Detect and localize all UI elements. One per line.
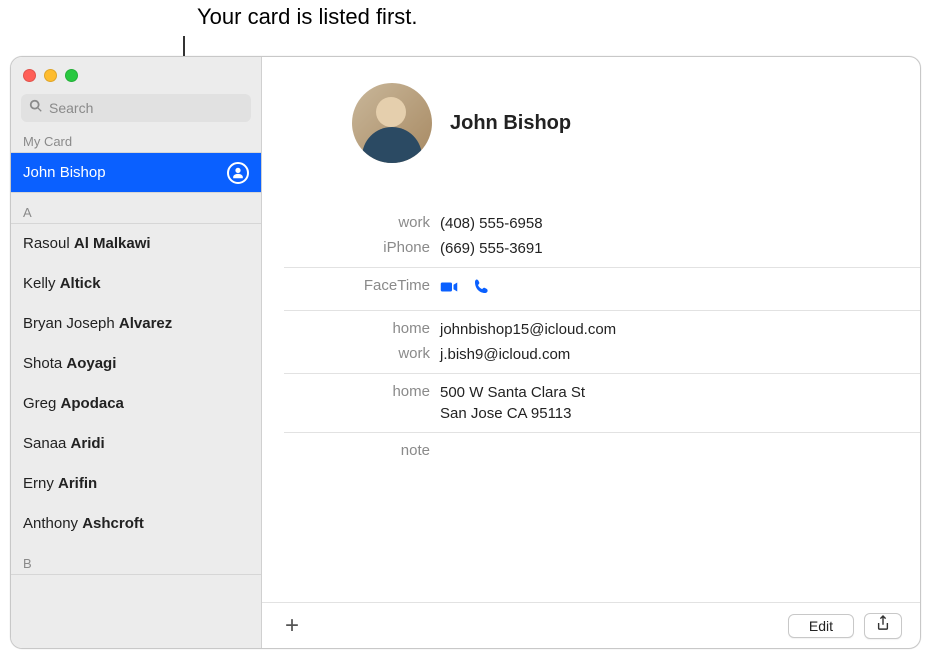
list-item[interactable]: Greg Apodaca: [11, 384, 261, 424]
field-value: johnbishop15@icloud.com: [440, 319, 616, 340]
contact-first: Bryan Joseph: [23, 315, 115, 332]
annotation-caption: Your card is listed first.: [197, 4, 418, 30]
contact-last: Altick: [60, 275, 101, 292]
share-button[interactable]: [864, 613, 902, 639]
contact-first: Greg: [23, 395, 56, 412]
search-icon: [29, 99, 43, 118]
field-label: note: [262, 441, 440, 459]
section-header-b: B: [11, 544, 261, 575]
avatar[interactable]: [352, 83, 432, 163]
address-row[interactable]: home 500 W Santa Clara St San Jose CA 95…: [262, 380, 920, 426]
list-item[interactable]: Anthony Ashcroft: [11, 504, 261, 544]
plus-icon: +: [285, 612, 299, 640]
divider: [284, 432, 920, 433]
email-row[interactable]: work j.bish9@icloud.com: [262, 342, 920, 367]
contact-first: Anthony: [23, 515, 78, 532]
field-label: home: [262, 382, 440, 400]
phone-row[interactable]: iPhone (669) 555-3691: [262, 236, 920, 261]
edit-button[interactable]: Edit: [788, 614, 854, 638]
contact-first: Rasoul: [23, 235, 70, 252]
add-button[interactable]: +: [280, 614, 304, 638]
divider: [284, 267, 920, 268]
contact-detail: John Bishop work (408) 555-6958 iPhone (…: [262, 57, 920, 648]
contact-first: Sanaa: [23, 435, 66, 452]
field-label: iPhone: [262, 238, 440, 256]
field-value: (669) 555-3691: [440, 238, 543, 259]
contact-last: Alvarez: [119, 315, 172, 332]
contact-last: Ashcroft: [82, 515, 144, 532]
address-line1: 500 W Santa Clara St: [440, 384, 585, 401]
section-header-a: A: [11, 193, 261, 224]
field-label: work: [262, 213, 440, 231]
my-card-header: My Card: [11, 128, 261, 153]
email-row[interactable]: home johnbishop15@icloud.com: [262, 317, 920, 342]
contact-first: Kelly: [23, 275, 56, 292]
field-value: j.bish9@icloud.com: [440, 344, 570, 365]
phone-row[interactable]: work (408) 555-6958: [262, 211, 920, 236]
list-item[interactable]: Sanaa Aridi: [11, 424, 261, 464]
field-value: 500 W Santa Clara St San Jose CA 95113: [440, 382, 585, 424]
search-field[interactable]: [21, 94, 251, 122]
fields: work (408) 555-6958 iPhone (669) 555-369…: [262, 211, 920, 461]
window-titlebar: [11, 57, 261, 94]
my-card-name: John Bishop: [23, 164, 106, 181]
minimize-button[interactable]: [44, 69, 57, 82]
fullscreen-button[interactable]: [65, 69, 78, 82]
divider: [284, 373, 920, 374]
list-item[interactable]: Rasoul Al Malkawi: [11, 224, 261, 264]
contact-first: Shota: [23, 355, 62, 372]
facetime-row: FaceTime: [262, 274, 920, 304]
list-item[interactable]: Shota Aoyagi: [11, 344, 261, 384]
list-item[interactable]: Kelly Altick: [11, 264, 261, 304]
field-label: FaceTime: [262, 276, 440, 294]
me-badge-icon: [227, 162, 249, 184]
detail-header: John Bishop: [262, 57, 920, 171]
my-card-row[interactable]: John Bishop: [11, 153, 261, 193]
facetime-audio-icon[interactable]: [472, 278, 490, 302]
contact-name: John Bishop: [450, 112, 571, 135]
contact-list[interactable]: My Card John Bishop A Rasoul Al Malkawi …: [11, 128, 261, 648]
address-line2: San Jose CA 95113: [440, 403, 585, 424]
field-value: (408) 555-6958: [440, 213, 543, 234]
share-icon: [876, 615, 890, 636]
sidebar: My Card John Bishop A Rasoul Al Malkawi …: [11, 57, 262, 648]
close-button[interactable]: [23, 69, 36, 82]
contacts-window: My Card John Bishop A Rasoul Al Malkawi …: [10, 56, 921, 649]
divider: [284, 310, 920, 311]
contact-last: Aridi: [71, 435, 105, 452]
contact-last: Apodaca: [61, 395, 124, 412]
field-label: home: [262, 319, 440, 337]
search-input[interactable]: [49, 100, 243, 116]
contact-last: Al Malkawi: [74, 235, 151, 252]
facetime-video-icon[interactable]: [440, 278, 458, 302]
bottom-toolbar: + Edit: [262, 602, 920, 648]
contact-last: Arifin: [58, 475, 97, 492]
note-row[interactable]: note: [262, 439, 920, 461]
list-item[interactable]: Erny Arifin: [11, 464, 261, 504]
contact-first: Erny: [23, 475, 54, 492]
field-label: work: [262, 344, 440, 362]
contact-last: Aoyagi: [66, 355, 116, 372]
list-item[interactable]: Bryan Joseph Alvarez: [11, 304, 261, 344]
